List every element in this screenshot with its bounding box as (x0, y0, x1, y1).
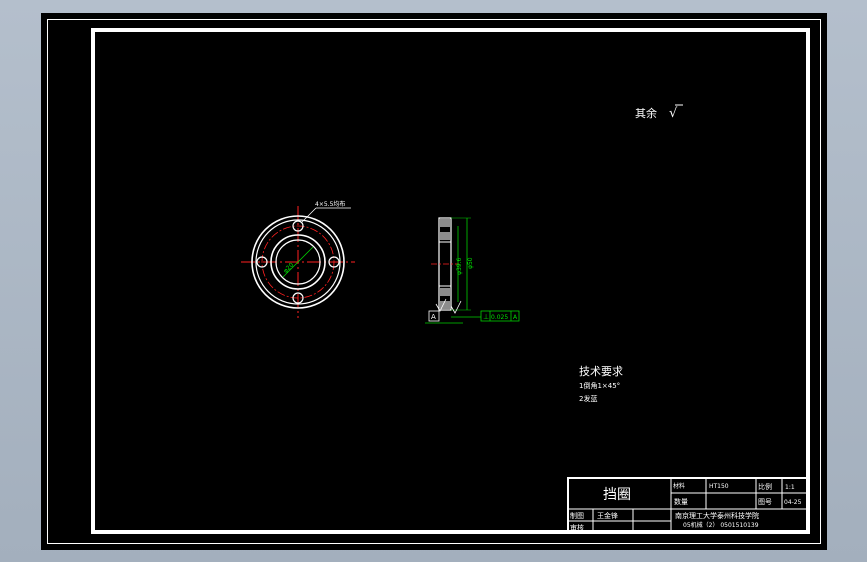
bolt-dim-label: φ39.6 (456, 258, 463, 276)
outer-dim-label: φ50 (467, 257, 474, 269)
roughness-symbol-icon: √ (669, 106, 678, 121)
side-view: φ50 φ39.6 A ⊥ 0.025 A (425, 217, 520, 324)
tolerance-datum: A (513, 314, 518, 321)
drawing-no-label: 图号 (758, 498, 772, 506)
tolerance-value: 0.025 (491, 314, 508, 321)
part-name: 挡圈 (603, 487, 631, 503)
bore-dim-label: φ20 (282, 261, 295, 274)
class-info: 05机械（2） 0501510139 (683, 521, 759, 529)
roughness-note: 其余 (635, 106, 657, 120)
tolerance-symbol: ⊥ (483, 313, 489, 321)
qty-label: 数量 (674, 497, 688, 506)
drafter-name: 王金锋 (597, 511, 618, 520)
hole-leader (301, 207, 317, 223)
title-block: 挡圈 材料 HT150 比例 1:1 数量 图号 04-25 制图 王金锋 审核… (567, 477, 809, 533)
drawing-no-value: 04-25 (784, 499, 802, 506)
hatch-top-inner (440, 232, 450, 240)
technical-requirements: 技术要求 1倒角1×45° 2发蓝 (579, 365, 623, 403)
tech-req-title: 技术要求 (579, 365, 623, 378)
roughness-mark-right (450, 300, 462, 314)
school-name: 南京理工大学泰州科技学院 (675, 511, 759, 520)
front-view: 4×5.5均布 φ20 (241, 200, 355, 318)
outer-sheet-border (47, 19, 821, 544)
hatch-bottom-inner (440, 288, 450, 296)
checker-label: 审核 (570, 523, 584, 532)
scale-value: 1:1 (785, 484, 795, 491)
cad-drawing: 其余 √ 4×5.5均布 φ20 φ50 φ39.6 A ⊥ 0.025 A 技… (47, 19, 821, 544)
datum-letter: A (431, 313, 436, 321)
material-value: HT150 (709, 483, 729, 490)
hatch-top-outer (440, 219, 450, 227)
drafter-label: 制图 (570, 511, 584, 520)
cad-viewport[interactable]: 其余 √ 4×5.5均布 φ20 φ50 φ39.6 A ⊥ 0.025 A 技… (41, 13, 827, 550)
hole-callout: 4×5.5均布 (315, 200, 345, 208)
material-label: 材料 (673, 482, 685, 490)
tech-req-item-2: 2发蓝 (579, 394, 597, 403)
scale-label: 比例 (758, 482, 772, 491)
tech-req-item-1: 1倒角1×45° (579, 381, 620, 390)
